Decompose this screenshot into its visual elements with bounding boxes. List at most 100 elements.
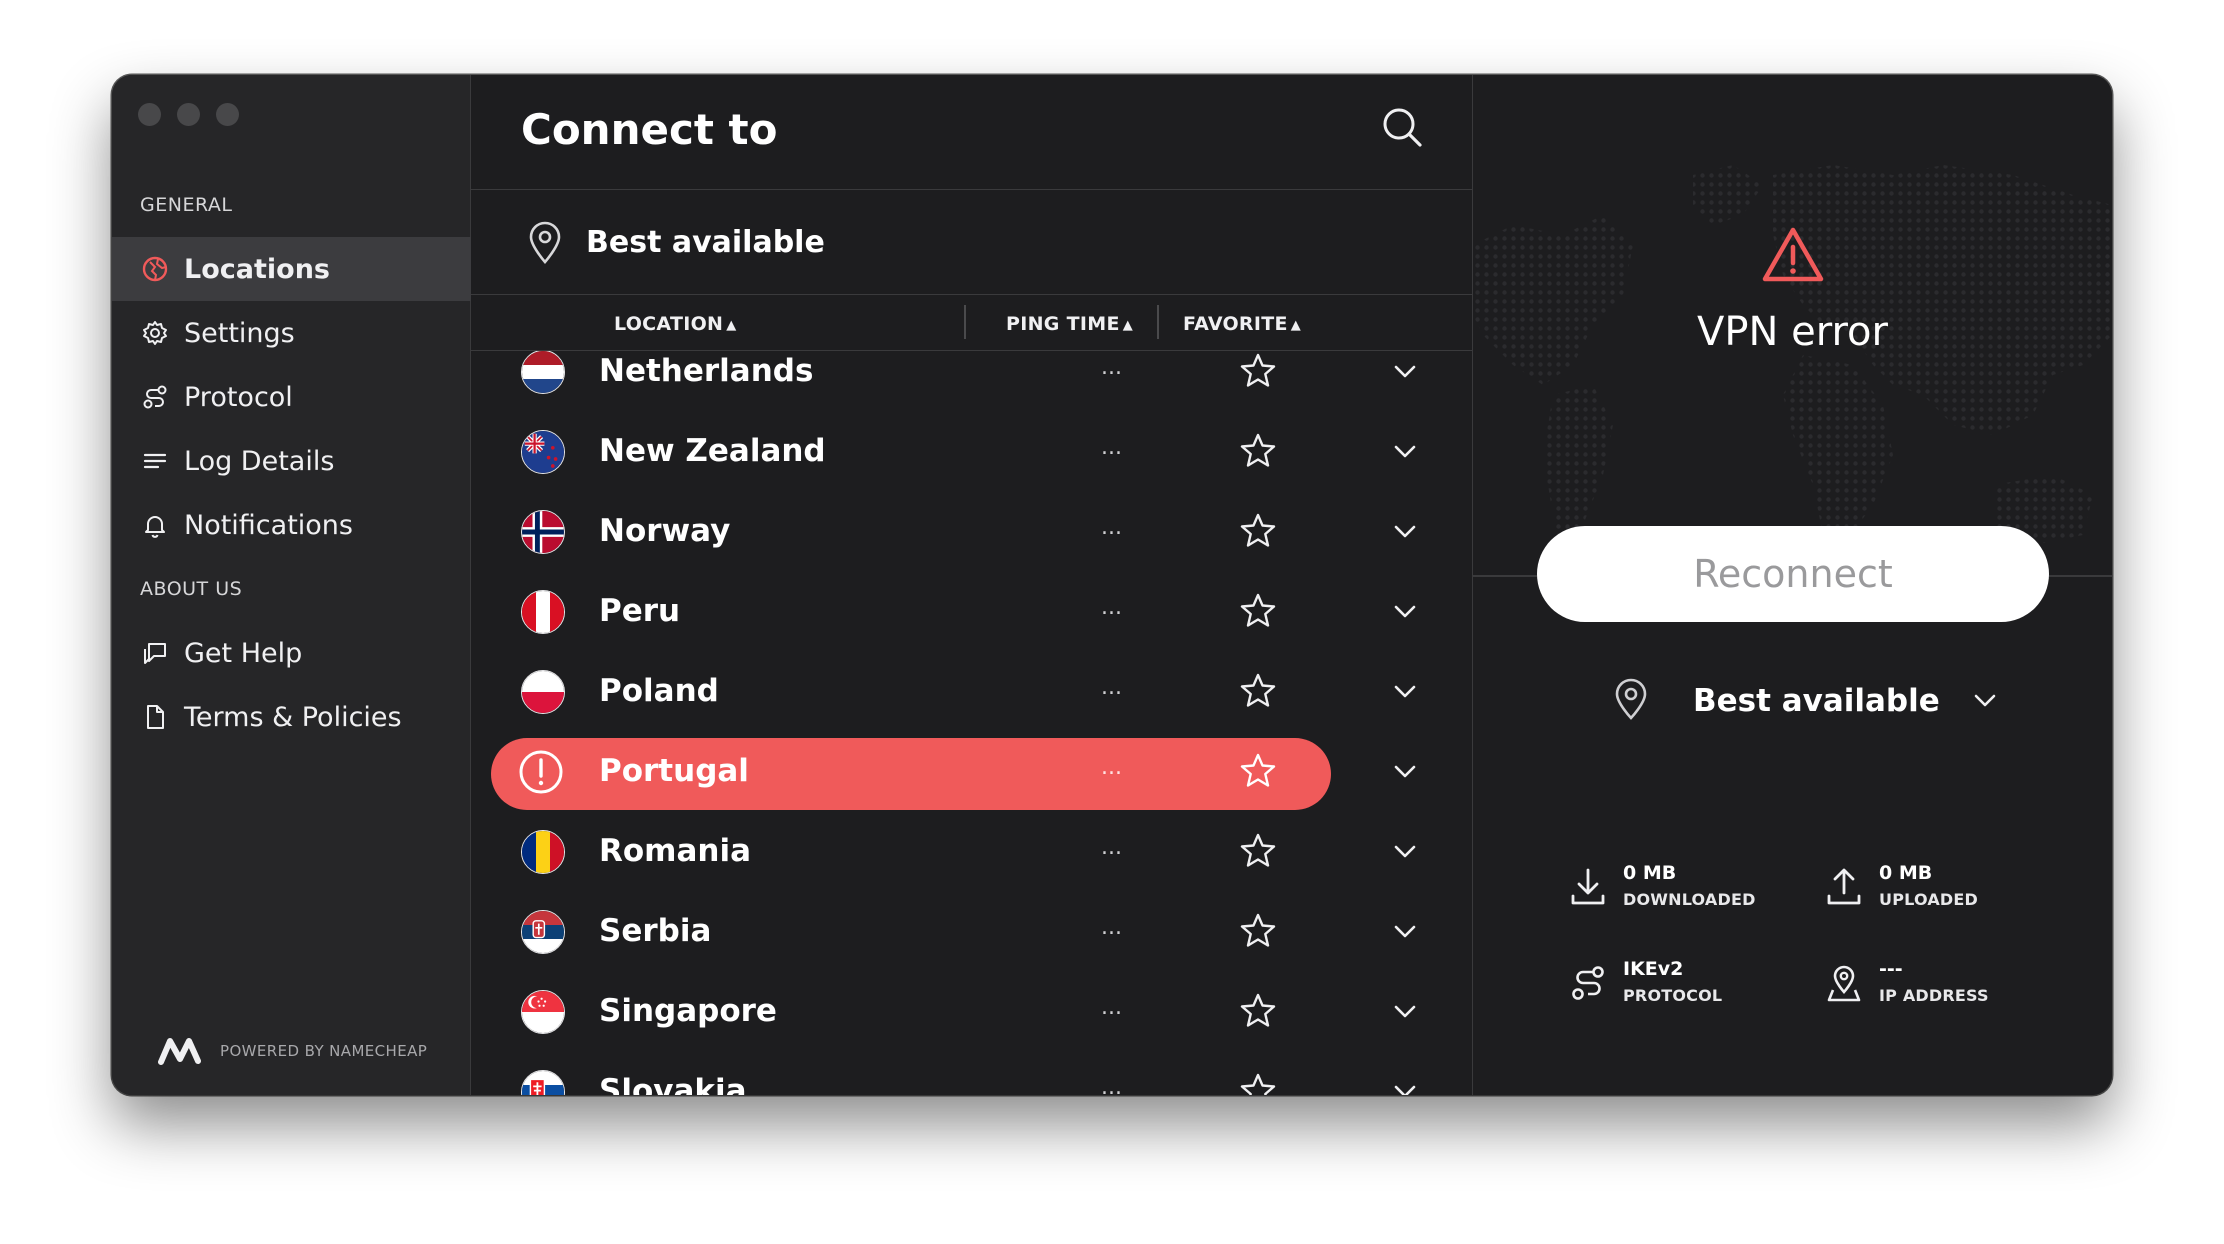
ip-location-icon [1827,965,1861,1002]
table-row[interactable]: Serbia ... [471,891,1472,971]
search-icon[interactable] [1380,105,1424,149]
country-name: Serbia [599,913,712,949]
protocol-icon [140,382,170,412]
best-available-option[interactable]: Best available [471,190,1472,295]
table-row[interactable]: Peru ... [471,571,1472,651]
minimize-window-button[interactable] [177,103,200,126]
sidebar-item-log-details[interactable]: Log Details [112,429,471,493]
location-selector[interactable]: Best available [1613,675,1996,725]
chevron-down-icon[interactable] [1391,439,1419,463]
ping-value: ... [1101,675,1122,700]
sidebar-item-get-help[interactable]: Get Help [112,621,471,685]
chevron-down-icon[interactable] [1391,599,1419,623]
table-row[interactable]: Netherlands ... [471,351,1472,411]
chevron-down-icon[interactable] [1391,759,1419,783]
country-name: Romania [599,833,752,869]
sidebar-item-label: Terms & Policies [184,701,402,733]
column-header-label: PING TIME [1006,313,1120,335]
country-name: Peru [599,593,681,629]
locations-icon [140,254,170,284]
selected-location-label: Best available [1693,683,1940,719]
window-controls [138,103,239,126]
location-pin-icon [529,221,561,264]
connection-status: VPN error [1697,309,1888,355]
protocol-icon [1572,966,1604,1000]
star-icon[interactable] [1238,351,1278,391]
star-icon[interactable] [1238,511,1278,551]
section-label-about: ABOUT US [140,578,243,600]
chevron-down-icon[interactable] [1391,359,1419,383]
chevron-down-icon[interactable] [1391,919,1419,943]
ping-value: ... [1101,515,1122,540]
table-row[interactable]: Poland ... [471,651,1472,731]
ping-value: ... [1101,835,1122,860]
stat-uploaded: 0 MB UPLOADED [1825,862,2075,922]
star-icon[interactable] [1238,751,1278,791]
ping-value: ... [1101,995,1122,1020]
star-icon[interactable] [1238,1071,1278,1095]
table-row-selected[interactable]: Portugal ... [471,731,1472,811]
star-icon[interactable] [1238,591,1278,631]
flag-netherlands-icon [521,351,565,394]
star-icon[interactable] [1238,431,1278,471]
chevron-down-icon[interactable] [1391,999,1419,1023]
stat-value: IKEv2 [1623,958,1684,980]
column-header-favorite[interactable]: FAVORITE ▲︎ [1183,313,1301,335]
bell-icon [140,510,170,540]
section-label-general: GENERAL [140,194,233,216]
star-icon[interactable] [1238,991,1278,1031]
sidebar-item-terms[interactable]: Terms & Policies [112,685,471,749]
reconnect-button[interactable]: Reconnect [1537,526,2049,622]
sidebar-item-notifications[interactable]: Notifications [112,493,471,557]
ping-value: ... [1101,1075,1122,1095]
page-title: Connect to [521,105,778,154]
zoom-window-button[interactable] [216,103,239,126]
close-window-button[interactable] [138,103,161,126]
list-icon [140,446,170,476]
chevron-down-icon [1974,694,1996,707]
sidebar-item-protocol[interactable]: Protocol [112,365,471,429]
status-panel: VPN error Reconnect Best available 0 MB … [1473,75,2112,1095]
alert-circle-icon [519,750,563,794]
chevron-down-icon[interactable] [1391,679,1419,703]
flag-serbia-icon [521,910,565,954]
table-row[interactable]: Norway ... [471,491,1472,571]
flag-new-zealand-icon [521,430,565,474]
stat-ip-address: --- IP ADDRESS [1825,958,2075,1018]
location-list: Netherlands ... New Zealand ... Norway .… [471,351,1472,1095]
sidebar-item-locations[interactable]: Locations [112,237,471,301]
chevron-down-icon[interactable] [1391,1079,1419,1095]
stat-label: IP ADDRESS [1879,986,1989,1005]
sort-icon: ▲︎ [726,318,737,333]
connect-panel: Connect to Best available LOCATION ▲︎ PIN… [471,75,1473,1095]
column-header-ping[interactable]: PING TIME ▲︎ [1006,313,1133,335]
column-header-location[interactable]: LOCATION ▲︎ [614,313,737,335]
ping-value: ... [1101,755,1122,780]
star-icon[interactable] [1238,911,1278,951]
stat-value: 0 MB [1623,862,1677,884]
ping-value: ... [1101,595,1122,620]
sidebar-item-label: Protocol [184,381,293,413]
chevron-down-icon[interactable] [1391,839,1419,863]
star-icon[interactable] [1238,831,1278,871]
star-icon[interactable] [1238,671,1278,711]
country-name: Slovakia [599,1073,747,1095]
chevron-down-icon[interactable] [1391,519,1419,543]
country-name: Portugal [599,753,749,789]
column-header-label: LOCATION [614,313,724,335]
stat-downloaded: 0 MB DOWNLOADED [1569,862,1819,922]
table-row[interactable]: Singapore ... [471,971,1472,1051]
table-header: LOCATION ▲︎ PING TIME ▲︎ FAVORITE ▲︎ [471,295,1472,351]
table-row[interactable]: Slovakia ... [471,1051,1472,1095]
stat-protocol: IKEv2 PROTOCOL [1569,958,1819,1018]
sort-icon: ▲︎ [1122,318,1134,333]
sidebar-item-settings[interactable]: Settings [112,301,471,365]
sort-icon: ▲︎ [1290,318,1302,333]
country-name: Norway [599,513,731,549]
column-header-label: FAVORITE [1183,313,1288,335]
table-row[interactable]: New Zealand ... [471,411,1472,491]
country-name: Singapore [599,993,777,1029]
table-row[interactable]: Romania ... [471,811,1472,891]
ping-value: ... [1101,435,1122,460]
connect-header: Connect to [471,75,1472,190]
